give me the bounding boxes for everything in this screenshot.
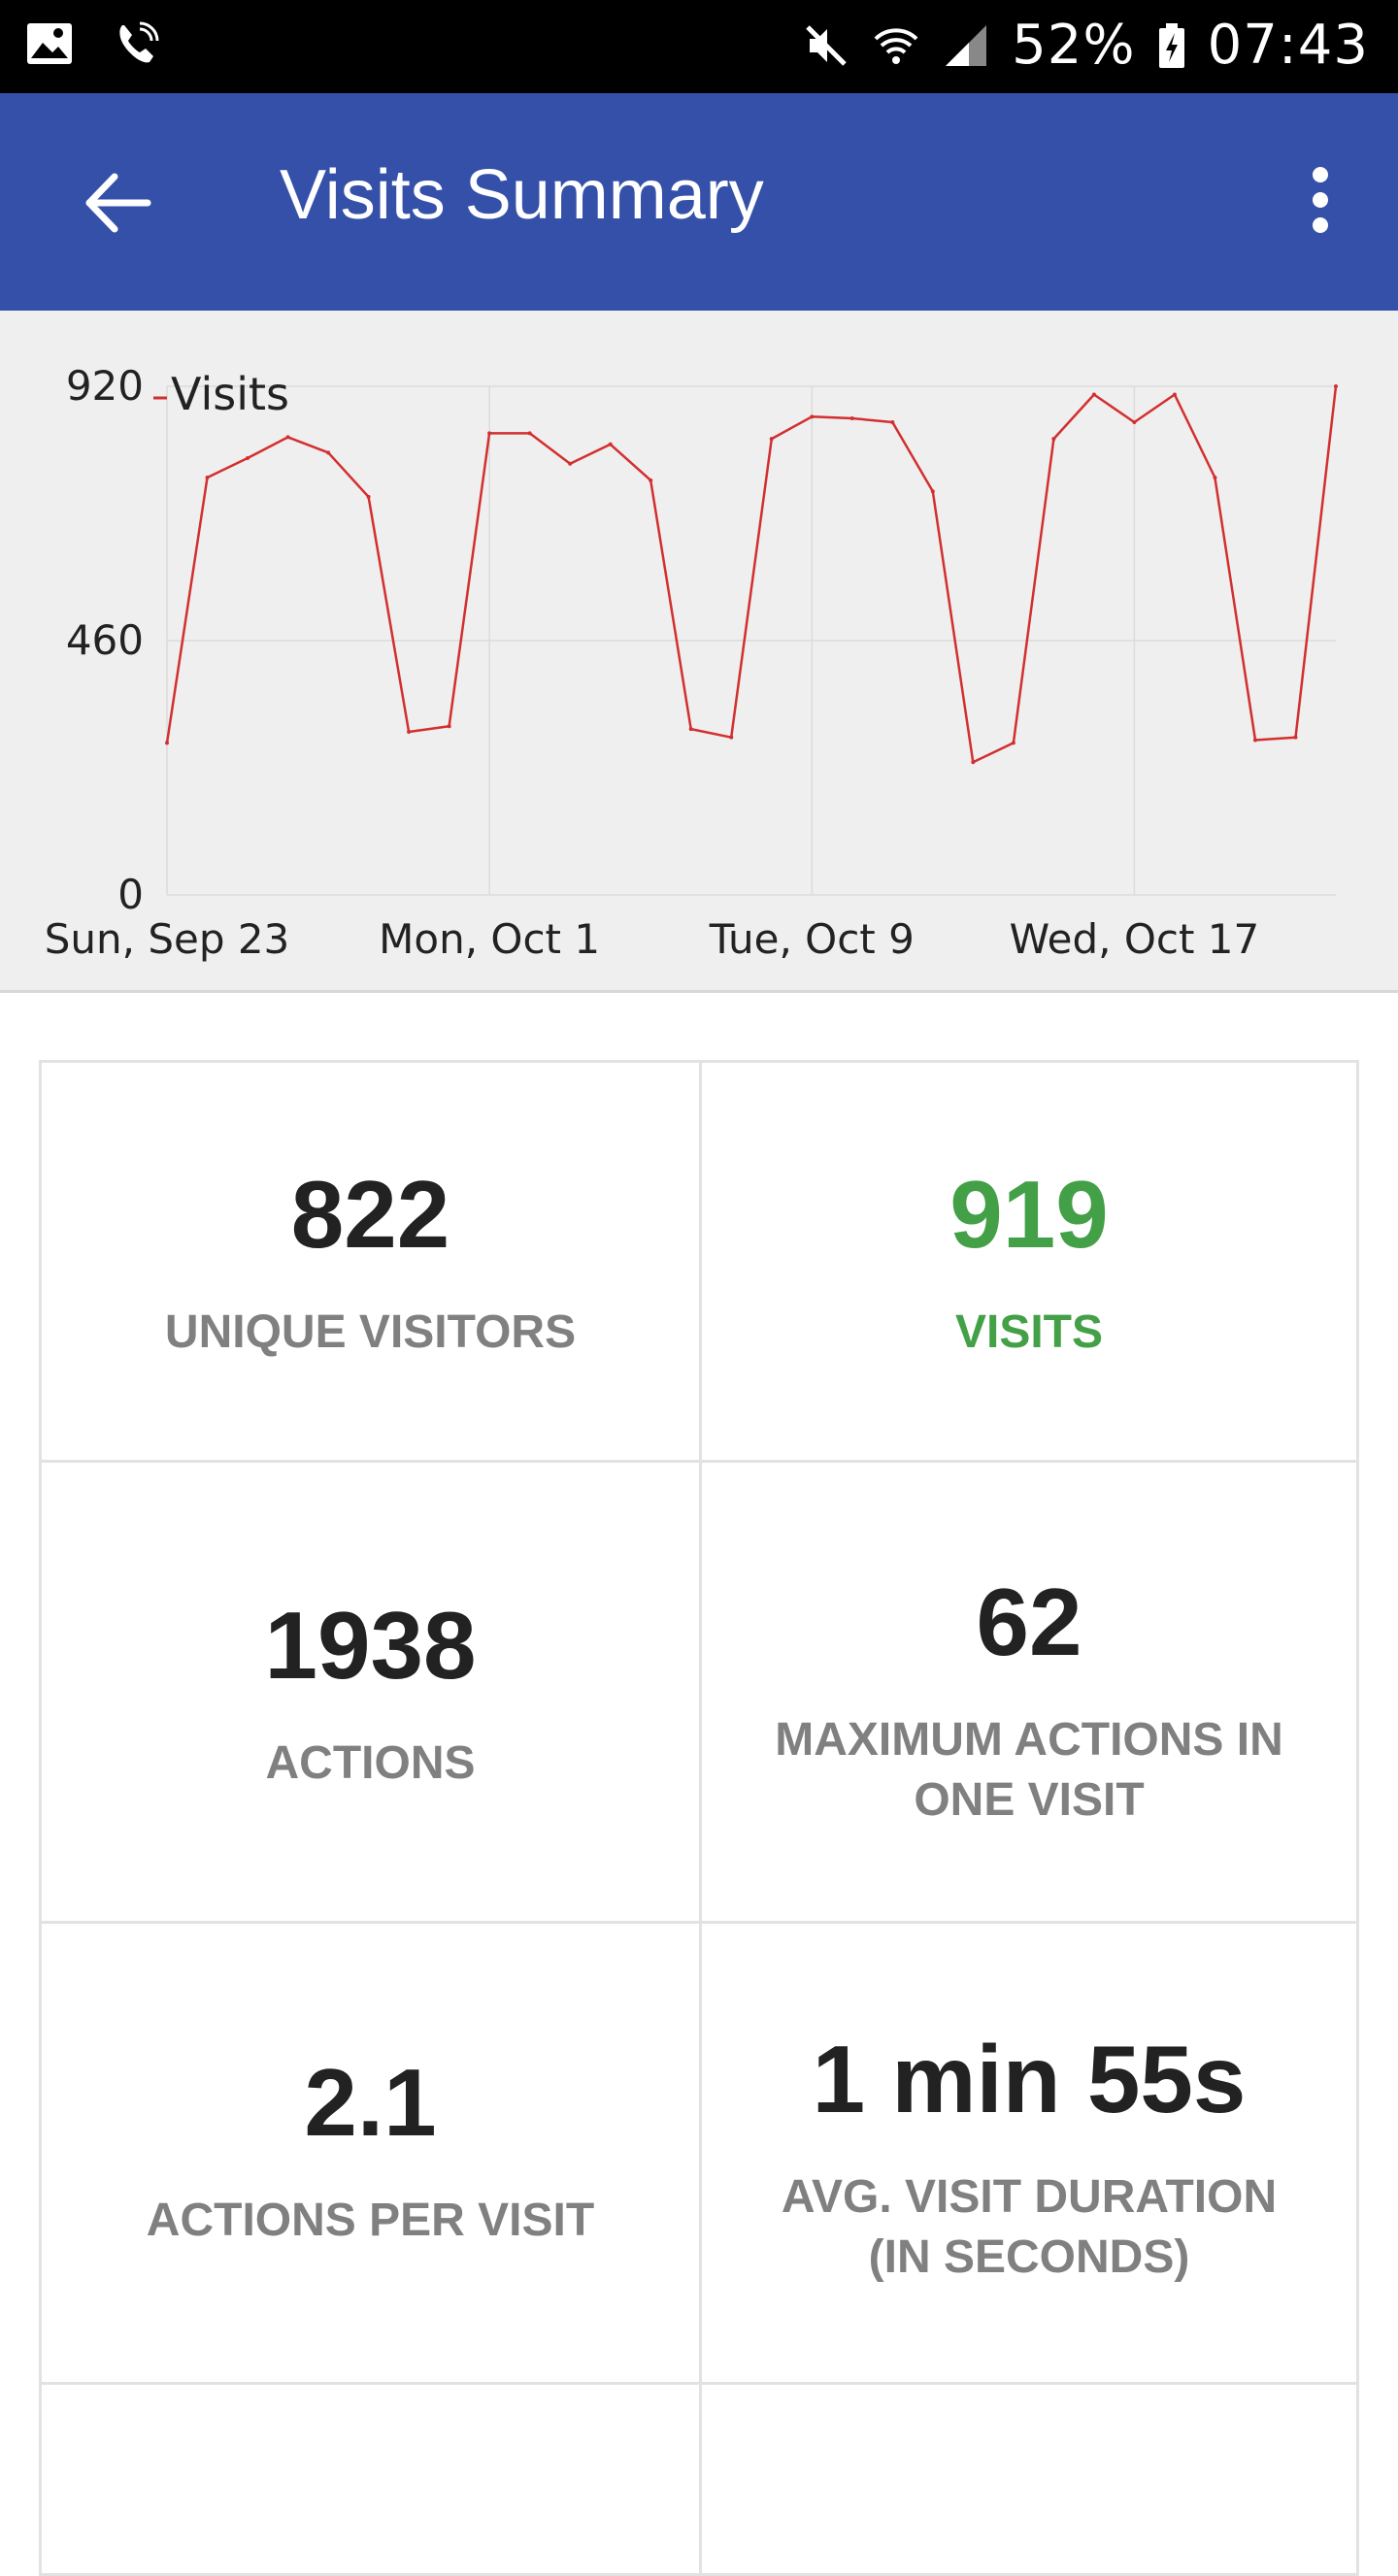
stat-value: 822	[290, 1161, 450, 1268]
data-point	[1213, 475, 1217, 479]
x-tick-label: Wed, Oct 17	[1010, 915, 1260, 963]
mute-icon	[802, 21, 850, 70]
data-point	[205, 475, 210, 479]
battery-icon	[1157, 21, 1186, 70]
stat-label: ACTIONS PER VISIT	[146, 2195, 595, 2246]
stat-visits: 919 VISITS	[699, 1060, 1359, 1463]
stat-label: VISITS	[954, 1306, 1104, 1358]
visits-series-line	[165, 385, 1338, 764]
data-point	[1252, 738, 1257, 743]
stat-value: 1 min 55s	[812, 2026, 1247, 2132]
stat-label-line2: ONE VISIT	[914, 1774, 1145, 1826]
stat-cell-next-right	[699, 2382, 1359, 2576]
more-vert-icon	[1313, 167, 1328, 233]
data-point	[1334, 384, 1338, 388]
back-button[interactable]	[80, 169, 157, 237]
stat-value: 919	[949, 1161, 1109, 1268]
data-point	[1293, 735, 1298, 740]
data-point	[608, 442, 613, 446]
x-tick-label: Mon, Oct 1	[379, 915, 600, 963]
stat-actions: 1938 ACTIONS	[39, 1460, 702, 1924]
stat-label: UNIQUE VISITORS	[164, 1306, 577, 1358]
data-point	[407, 729, 412, 734]
data-point	[1172, 392, 1177, 397]
data-point	[649, 478, 653, 482]
data-point	[1132, 420, 1137, 425]
y-tick-label: 460	[66, 616, 144, 664]
stat-value: 62	[976, 1569, 1082, 1675]
x-tick-label: Sun, Sep 23	[45, 915, 290, 963]
stat-value: 1938	[264, 1592, 477, 1699]
data-point	[769, 437, 774, 442]
status-bar: 52% 07:43	[0, 0, 1398, 93]
stat-label-line1: MAXIMUM ACTIONS IN	[775, 1714, 1283, 1766]
battery-percent: 52%	[1012, 14, 1136, 77]
data-point	[285, 435, 290, 440]
data-point	[1011, 741, 1015, 745]
app-bar: Visits Summary	[0, 93, 1398, 311]
data-point	[729, 735, 734, 740]
data-point	[810, 414, 815, 419]
stat-max-actions: 62 MAXIMUM ACTIONS IN ONE VISIT	[699, 1460, 1359, 1924]
overflow-menu-button[interactable]	[1282, 161, 1359, 239]
data-point	[688, 727, 693, 732]
stat-unique-visitors: 822 UNIQUE VISITORS	[39, 1060, 702, 1463]
data-point	[165, 741, 169, 745]
y-tick-label: 920	[66, 362, 144, 410]
data-point	[1051, 437, 1056, 442]
stat-avg-visit-duration: 1 min 55s AVG. VISIT DURATION (IN SECOND…	[699, 1921, 1359, 2385]
clock: 07:43	[1207, 14, 1369, 77]
data-point	[568, 461, 573, 466]
page-title: Visits Summary	[280, 156, 764, 234]
signal-icon	[942, 21, 990, 70]
stat-value: 2.1	[304, 2049, 437, 2156]
data-point	[246, 456, 250, 461]
stat-cell-next-left	[39, 2382, 702, 2576]
wifi-icon	[872, 21, 920, 70]
legend-label: Visits	[171, 368, 289, 420]
data-point	[890, 420, 895, 425]
arrow-back-icon	[85, 173, 151, 233]
stat-label-line1: AVG. VISIT DURATION	[781, 2171, 1278, 2223]
data-point	[930, 489, 935, 494]
chart-legend: Visits	[153, 368, 289, 420]
chart-canvas: 0 460 920 Sun, Sep 23 Mon, Oct 1 Tue, Oct 9 We…	[45, 362, 1338, 963]
data-point	[849, 416, 854, 421]
wifi-call-icon	[113, 19, 161, 68]
data-point	[447, 724, 451, 729]
data-point	[366, 494, 371, 499]
visits-chart[interactable]: 0 460 920 Sun, Sep 23 Mon, Oct 1 Tue, Oct 9 We…	[0, 311, 1398, 993]
y-tick-label: 0	[117, 871, 144, 918]
image-icon	[25, 19, 74, 68]
data-point	[487, 431, 492, 436]
stat-actions-per-visit: 2.1 ACTIONS PER VISIT	[39, 1921, 702, 2385]
data-point	[971, 760, 976, 765]
stat-label-line2: (IN SECONDS)	[868, 2231, 1190, 2283]
x-tick-label: Tue, Oct 9	[709, 915, 915, 963]
data-point	[1091, 392, 1096, 397]
stat-label: ACTIONS	[265, 1737, 476, 1789]
data-point	[527, 431, 532, 436]
data-point	[326, 450, 331, 455]
